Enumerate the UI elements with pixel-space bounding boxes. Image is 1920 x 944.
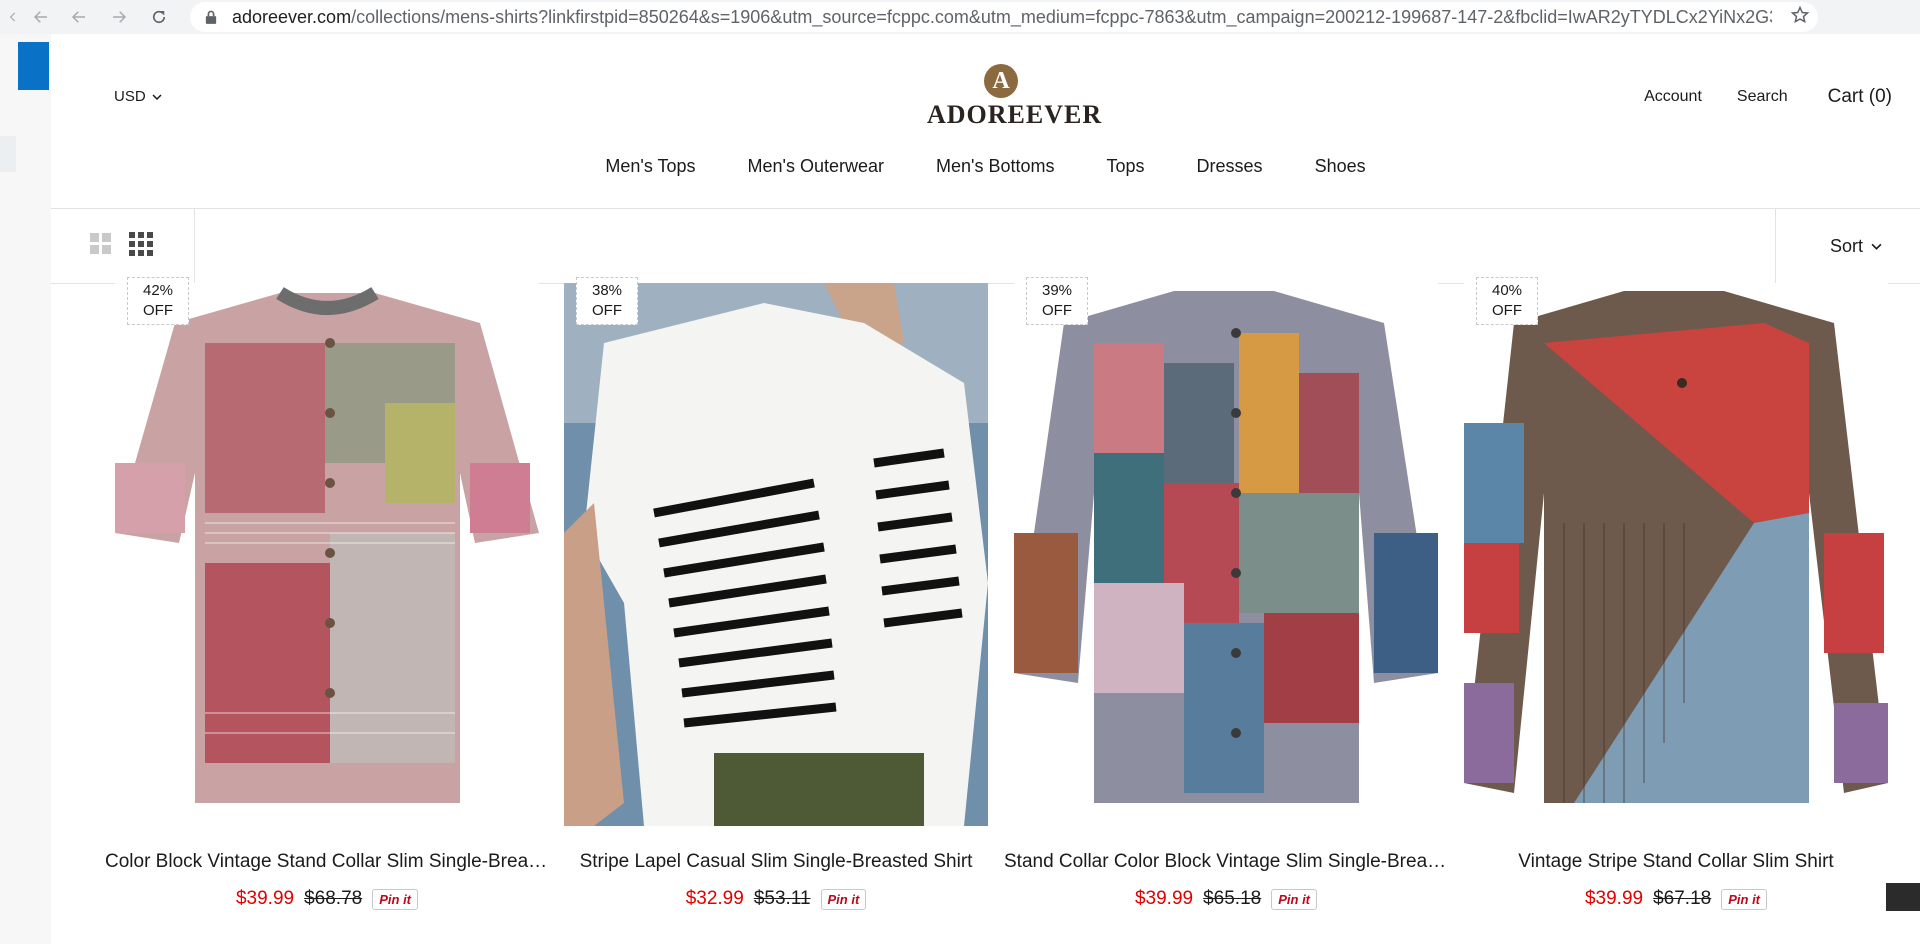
sort-button[interactable]: Sort: [1830, 209, 1882, 283]
product-image[interactable]: [115, 283, 539, 826]
product-title[interactable]: Stripe Lapel Casual Slim Single-Breasted…: [554, 851, 998, 873]
search-link[interactable]: Search: [1737, 88, 1788, 106]
currency-label: USD: [114, 88, 146, 105]
compare-price: $53.11: [753, 888, 811, 909]
sale-price: $39.99: [1134, 888, 1194, 909]
pinterest-pin-button[interactable]: Pin it: [1271, 888, 1318, 910]
product-prices: $39.99 $67.18 Pin it: [1464, 888, 1888, 910]
nav-mens-outerwear[interactable]: Men's Outerwear: [748, 156, 885, 177]
url-path: /collections/mens-shirts?linkfirstpid=85…: [351, 6, 1772, 27]
pinterest-pin-button[interactable]: Pin it: [372, 888, 419, 910]
sort-label: Sort: [1829, 235, 1863, 256]
pinterest-pin-button[interactable]: Pin it: [820, 888, 867, 910]
chevron-down-icon: [1871, 243, 1882, 250]
reload-icon[interactable]: [148, 6, 170, 28]
sale-price: $39.99: [1584, 888, 1644, 909]
main-navigation: Men's Tops Men's Outerwear Men's Bottoms…: [51, 156, 1920, 177]
discount-off-label: OFF: [1492, 302, 1522, 319]
url-domain: adoreever.com: [232, 6, 352, 27]
pinterest-pin-button[interactable]: Pin it: [1721, 888, 1768, 910]
grid-2-icon[interactable]: [89, 232, 113, 261]
product-title[interactable]: Vintage Stripe Stand Collar Slim Shirt: [1454, 851, 1898, 873]
sale-price: $32.99: [685, 888, 744, 909]
product-image[interactable]: [1464, 283, 1888, 826]
nav-shoes[interactable]: Shoes: [1315, 156, 1366, 177]
discount-badge: 42% OFF: [127, 277, 189, 325]
layout-switcher: [89, 209, 153, 283]
chevron-down-icon: [152, 93, 162, 100]
discount-percent: 42%: [142, 282, 174, 299]
discount-badge: 40% OFF: [1476, 277, 1538, 325]
discount-off-label: OFF: [1042, 302, 1072, 319]
product-prices: $39.99 $65.18 Pin it: [1014, 888, 1438, 910]
nav-mens-bottoms[interactable]: Men's Bottoms: [936, 156, 1054, 177]
product-title[interactable]: Stand Collar Color Block Vintage Slim Si…: [1004, 851, 1448, 873]
product-image[interactable]: [564, 283, 988, 826]
store-page: USD A ADOREEVER Account Search Cart (0) …: [51, 34, 1920, 944]
toolbar-divider: [194, 209, 195, 283]
product-prices: $39.99 $68.78 Pin it: [115, 888, 539, 910]
product-prices: $32.99 $53.11 Pin it: [564, 888, 988, 910]
gutter-marker: [0, 136, 16, 172]
product-grid: 42% OFF Color Block Vintage Stand Collar…: [51, 277, 1920, 944]
store-logo[interactable]: A ADOREEVER: [927, 64, 1103, 130]
discount-off-label: OFF: [592, 302, 622, 319]
address-bar[interactable]: adoreever.com/collections/mens-shirts?li…: [190, 2, 1818, 32]
cart-link[interactable]: Cart (0): [1828, 86, 1892, 108]
lock-icon: [204, 9, 218, 25]
bookmark-star-icon[interactable]: [1790, 5, 1810, 25]
nav-mens-tops[interactable]: Men's Tops: [605, 156, 695, 177]
discount-percent: 38%: [591, 282, 623, 299]
nav-dresses[interactable]: Dresses: [1197, 156, 1263, 177]
toolbar-divider: [1775, 209, 1776, 283]
discount-percent: 39%: [1041, 282, 1073, 299]
discount-percent: 40%: [1491, 282, 1523, 299]
logo-text: ADOREEVER: [927, 100, 1103, 129]
discount-badge: 39% OFF: [1026, 277, 1088, 325]
grid-4-icon[interactable]: [129, 231, 153, 261]
discount-badge: 38% OFF: [576, 277, 638, 325]
url-text: adoreever.com/collections/mens-shirts?li…: [232, 7, 1772, 28]
currency-selector[interactable]: USD: [114, 88, 162, 105]
browser-toolbar: adoreever.com/collections/mens-shirts?li…: [0, 0, 1920, 35]
back-arrow-icon[interactable]: [30, 6, 52, 28]
forward-button-icon[interactable]: [108, 6, 130, 28]
back-small-icon[interactable]: [6, 6, 20, 28]
product-image[interactable]: [1014, 283, 1438, 826]
scroll-to-top-button[interactable]: [1886, 883, 1920, 911]
back-button-icon[interactable]: [68, 6, 90, 28]
logo-mark: A: [984, 64, 1018, 98]
sale-price: $39.99: [235, 888, 295, 909]
collection-toolbar: Sort: [51, 208, 1920, 284]
account-link[interactable]: Account: [1644, 88, 1702, 106]
compare-price: $68.78: [304, 888, 363, 909]
product-title[interactable]: Color Block Vintage Stand Collar Slim Si…: [105, 851, 549, 873]
nav-tops[interactable]: Tops: [1107, 156, 1145, 177]
discount-off-label: OFF: [143, 302, 173, 319]
compare-price: $67.18: [1653, 888, 1712, 909]
header-actions: Account Search Cart (0): [1609, 86, 1892, 108]
compare-price: $65.18: [1203, 888, 1262, 909]
side-tab[interactable]: [18, 42, 49, 90]
